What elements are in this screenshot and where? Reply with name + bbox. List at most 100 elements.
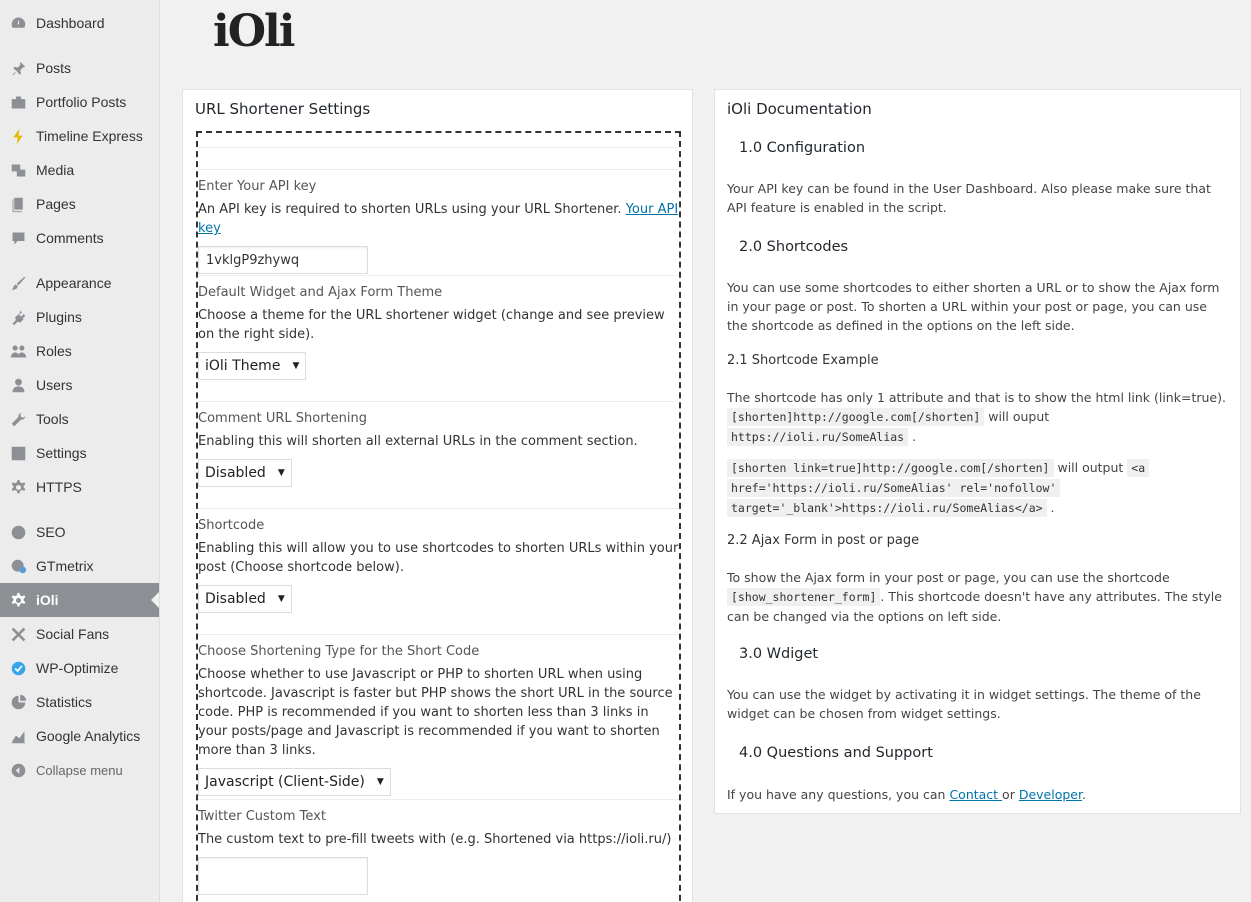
sidebar-item-label: iOli	[36, 592, 59, 608]
roles-icon	[9, 342, 27, 360]
dropdown-arrow-icon: ▼	[376, 777, 384, 787]
docs-heading-configuration: 1.0 Configuration	[739, 140, 866, 156]
sidebar-item-statistics[interactable]: Statistics	[0, 685, 159, 719]
sidebar-item-appearance[interactable]: Appearance	[0, 266, 159, 300]
sidebar-item-settings[interactable]: Settings	[0, 436, 159, 470]
sidebar-item-wp-optimize[interactable]: WP-Optimize	[0, 651, 159, 685]
shortcode-select-value: Disabled	[205, 591, 266, 607]
sidebar-item-users[interactable]: Users	[0, 368, 159, 402]
users-icon	[9, 376, 27, 394]
sidebar-item-label: Posts	[36, 60, 72, 76]
code-snippet: https://ioli.ru/SomeAlias	[727, 428, 909, 446]
docs-text-line: will output	[1053, 460, 1128, 475]
sidebar-item-label: Google Analytics	[36, 728, 141, 744]
sidebar-item-pages[interactable]: Pages	[0, 187, 159, 221]
sidebar-item-portfolio-posts[interactable]: Portfolio Posts	[0, 85, 159, 119]
type-select[interactable]: Javascript (Client-Side) ▼	[198, 768, 391, 796]
sidebar-item-label: Pages	[36, 196, 76, 212]
dropdown-arrow-icon: ▼	[292, 361, 300, 371]
sidebar-item-roles[interactable]: Roles	[0, 334, 159, 368]
docs-heading-ajax: 2.2 Ajax Form in post or page	[727, 533, 920, 548]
sidebar-item-label: SEO	[36, 524, 66, 540]
plug-icon	[9, 308, 27, 326]
code-snippet: [shorten]http://google.com[/shorten]	[727, 408, 985, 426]
twitter-text-input[interactable]	[198, 857, 368, 895]
docs-title: iOli Documentation	[727, 100, 872, 118]
seo-icon	[9, 523, 27, 541]
sidebar-item-comments[interactable]: Comments	[0, 221, 159, 255]
sidebar-item-gtmetrix[interactable]: GTmetrix	[0, 549, 159, 583]
sidebar-item-social-fans[interactable]: Social Fans	[0, 617, 159, 651]
type-select-value: Javascript (Client-Side)	[205, 774, 365, 790]
panel-title: URL Shortener Settings	[195, 100, 371, 118]
timeline-icon	[9, 127, 27, 145]
sidebar-item-label: Timeline Express	[36, 128, 143, 144]
brush-icon	[9, 274, 27, 292]
chart-icon	[9, 727, 27, 745]
pie-icon	[9, 693, 27, 711]
collapse-menu-button[interactable]: Collapse menu	[0, 753, 159, 787]
sidebar-item-label: GTmetrix	[36, 558, 94, 574]
sidebar-item-label: Comments	[36, 230, 104, 246]
sidebar-item-tools[interactable]: Tools	[0, 402, 159, 436]
sidebar-item-posts[interactable]: Posts	[0, 51, 159, 85]
sidebar-item-label: WP-Optimize	[36, 660, 119, 676]
sidebar-item-dashboard[interactable]: Dashboard	[0, 6, 159, 40]
docs-heading-example: 2.1 Shortcode Example	[727, 353, 879, 368]
collapse-icon	[9, 761, 27, 779]
wrench-icon	[9, 410, 27, 428]
optimize-icon	[9, 659, 27, 677]
code-snippet: [shorten link=true]http://google.com[/sh…	[727, 459, 1054, 477]
pages-icon	[9, 195, 27, 213]
comment-select-value: Disabled	[205, 465, 266, 481]
docs-text-line: can be changed via the options on left s…	[727, 609, 1002, 624]
docs-text: You can use the widget by activating it …	[727, 687, 1201, 721]
sidebar-item-label: Users	[36, 377, 73, 393]
sidebar-item-plugins[interactable]: Plugins	[0, 300, 159, 334]
gtmetrix-icon	[9, 557, 27, 575]
twitter-desc: The custom text to pre-fill tweets with …	[198, 832, 672, 847]
code-snippet: <a	[1127, 459, 1150, 477]
shortcode-select[interactable]: Disabled ▼	[198, 585, 292, 613]
type-title: Choose Shortening Type for the Short Cod…	[198, 644, 480, 659]
sidebar-item-timeline-express[interactable]: Timeline Express	[0, 119, 159, 153]
url-shortener-settings-panel: URL Shortener Settings Enter Your API ke…	[182, 89, 693, 902]
docs-text-line: To show the Ajax form in your post or pa…	[727, 570, 1170, 585]
api-key-input[interactable]	[198, 246, 368, 274]
sidebar-item-google-analytics[interactable]: Google Analytics	[0, 719, 159, 753]
docs-heading-shortcodes: 2.0 Shortcodes	[739, 239, 849, 255]
gear-icon	[9, 478, 27, 496]
ioli-logo: iOli	[213, 6, 295, 57]
code-snippet: target='_blank'>https://ioli.ru/SomeAlia…	[727, 499, 1047, 517]
theme-title: Default Widget and Ajax Form Theme	[198, 285, 443, 300]
sidebar-item-label: Media	[36, 162, 75, 178]
docs-heading-widget: 3.0 Wdiget	[739, 646, 819, 662]
sidebar-item-label: Tools	[36, 411, 69, 427]
settings-icon	[9, 444, 27, 462]
type-desc: Choose whether to use Javascript or PHP …	[198, 667, 673, 758]
contact-link[interactable]: Contact	[949, 787, 1002, 802]
docs-text: To show the Ajax form in your post or pa…	[727, 568, 1232, 626]
sidebar-item-seo[interactable]: SEO	[0, 515, 159, 549]
sidebar-item-https[interactable]: HTTPS	[0, 470, 159, 504]
api-key-desc: An API key is required to shorten URLs u…	[198, 200, 679, 238]
theme-desc: Choose a theme for the URL shortener wid…	[198, 308, 665, 342]
dropdown-arrow-icon: ▼	[277, 468, 285, 478]
sidebar-item-label: Statistics	[36, 694, 93, 710]
sidebar-item-label: Dashboard	[36, 15, 105, 31]
docs-text-line: or	[1002, 787, 1019, 802]
sidebar-item-label: Appearance	[36, 275, 112, 291]
sidebar-item-ioli[interactable]: iOli	[0, 583, 159, 617]
developer-link[interactable]: Developer	[1019, 787, 1082, 802]
sidebar-item-label: Settings	[36, 445, 87, 461]
theme-select-value: iOli Theme	[205, 358, 281, 374]
theme-select[interactable]: iOli Theme ▼	[198, 352, 307, 380]
sidebar-item-label: Plugins	[36, 309, 82, 325]
pin-icon	[9, 59, 27, 77]
comment-select[interactable]: Disabled ▼	[198, 459, 292, 487]
sidebar-item-media[interactable]: Media	[0, 153, 159, 187]
docs-text-line: If you have any questions, you can	[727, 787, 950, 802]
documentation-panel: iOli Documentation 1.0 Configuration You…	[714, 89, 1241, 814]
sidebar-item-label: Roles	[36, 343, 72, 359]
docs-text: You can use some shortcodes to either sh…	[727, 280, 1220, 333]
